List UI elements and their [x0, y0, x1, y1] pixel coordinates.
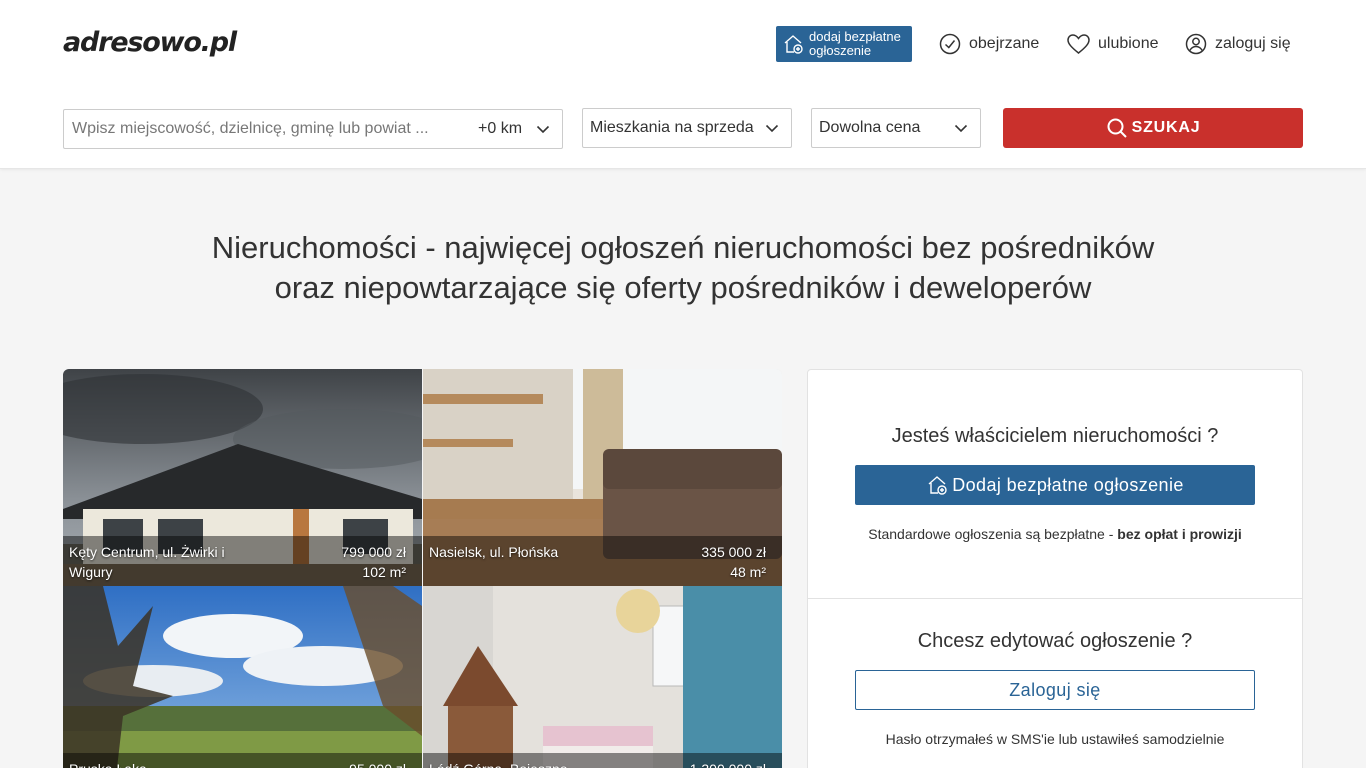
- location-search-box: +0 km: [63, 109, 563, 149]
- hero-line-2: oraz niepowtarzające się oferty pośredni…: [274, 270, 1092, 305]
- panel-divider: [808, 598, 1302, 599]
- location-search-input[interactable]: [72, 110, 472, 148]
- nav-login-label: zaloguj się: [1215, 35, 1291, 52]
- listing-tile[interactable]: Łódź Górna, Bojeszno 1 300 000 zł: [423, 586, 782, 768]
- heart-icon: [1067, 33, 1090, 54]
- check-circle-icon: [939, 33, 961, 55]
- site-header: adresowo.pl dodaj bezpłatne ogłoszenie o…: [0, 0, 1366, 169]
- listing-location: Pruska Łąka: [69, 759, 239, 768]
- property-type-select[interactable]: Mieszkania na sprzedaż: [582, 108, 792, 148]
- owner-side-panel: Jesteś właścicielem nieruchomości ? Doda…: [807, 369, 1303, 768]
- nav-favorites-link[interactable]: ulubione: [1067, 31, 1159, 57]
- chevron-down-icon: [954, 122, 968, 134]
- hero-line-1: Nieruchomości - najwięcej ogłoszeń nieru…: [211, 230, 1155, 265]
- property-type-value: Mieszkania na sprzedaż: [590, 119, 754, 136]
- edit-panel-note: Hasło otrzymałeś w SMS'ie lub ustawiłeś …: [885, 731, 1225, 747]
- listing-caption: Nasielsk, ul. Płońska 335 000 zł 48 m²: [423, 536, 782, 586]
- add-free-listing-panel-label: Dodaj bezpłatne ogłoszenie: [952, 474, 1184, 495]
- listing-area: 48 m²: [730, 564, 766, 580]
- add-free-listing-panel-button[interactable]: Dodaj bezpłatne ogłoszenie: [855, 465, 1255, 505]
- add-house-icon: [784, 35, 803, 54]
- listing-caption: Pruska Łąka 95 000 zł: [63, 753, 422, 768]
- listing-caption: Łódź Górna, Bojeszno 1 300 000 zł: [423, 753, 782, 768]
- owner-panel-note: Standardowe ogłoszenia są bezpłatne - be…: [808, 526, 1302, 542]
- listing-price: 799 000 zł: [341, 544, 406, 560]
- add-listing-label: dodaj bezpłatne ogłoszenie: [809, 29, 901, 58]
- user-circle-icon: [1185, 33, 1207, 55]
- chevron-down-icon: [765, 122, 779, 134]
- nav-seen-label: obejrzane: [969, 35, 1040, 52]
- owner-panel-note-bold: bez opłat i prowizji: [1117, 526, 1242, 542]
- search-button-label: SZUKAJ: [1131, 119, 1201, 136]
- listing-price: 95 000 zł: [349, 759, 406, 768]
- add-house-icon: [928, 476, 947, 495]
- listing-photo: [423, 586, 782, 768]
- hero-heading: Nieruchomości - najwięcej ogłoszeń nieru…: [0, 228, 1366, 308]
- listing-price: 335 000 zł: [701, 544, 766, 560]
- listing-area: 102 m²: [362, 564, 406, 580]
- price-value: Dowolna cena: [819, 119, 921, 136]
- listing-tile[interactable]: Pruska Łąka 95 000 zł: [63, 586, 422, 768]
- price-select[interactable]: Dowolna cena: [811, 108, 981, 148]
- owner-panel-title: Jesteś właścicielem nieruchomości ?: [891, 425, 1219, 447]
- featured-listings-gallery: Kęty Centrum, ul. Żwirki i Wigury 799 00…: [63, 369, 782, 768]
- nav-seen-link[interactable]: obejrzane: [939, 31, 1039, 57]
- login-panel-button[interactable]: Zaloguj się: [855, 670, 1255, 710]
- listing-location: Łódź Górna, Bojeszno: [429, 759, 599, 768]
- listing-caption: Kęty Centrum, ul. Żwirki i Wigury 799 00…: [63, 536, 422, 586]
- owner-panel-note-prefix: Standardowe ogłoszenia są bezpłatne -: [868, 526, 1118, 542]
- listing-photo: [63, 586, 422, 768]
- listing-location: Kęty Centrum, ul. Żwirki i Wigury: [69, 544, 225, 580]
- search-icon: [1107, 118, 1127, 138]
- listing-price: 1 300 000 zł: [690, 759, 766, 768]
- nav-login-link[interactable]: zaloguj się: [1185, 31, 1291, 57]
- site-logo[interactable]: adresowo.pl: [63, 27, 237, 58]
- radius-select[interactable]: +0 km: [478, 110, 522, 148]
- search-button[interactable]: SZUKAJ: [1003, 108, 1303, 148]
- edit-panel-title: Chcesz edytować ogłoszenie ?: [917, 630, 1193, 652]
- nav-favorites-label: ulubione: [1098, 35, 1159, 52]
- listing-tile[interactable]: Nasielsk, ul. Płońska 335 000 zł 48 m²: [423, 369, 782, 586]
- add-free-listing-button[interactable]: dodaj bezpłatne ogłoszenie: [776, 26, 912, 62]
- chevron-down-icon[interactable]: [536, 123, 550, 135]
- listing-location: Nasielsk, ul. Płońska: [429, 544, 559, 560]
- listing-tile[interactable]: Kęty Centrum, ul. Żwirki i Wigury 799 00…: [63, 369, 422, 586]
